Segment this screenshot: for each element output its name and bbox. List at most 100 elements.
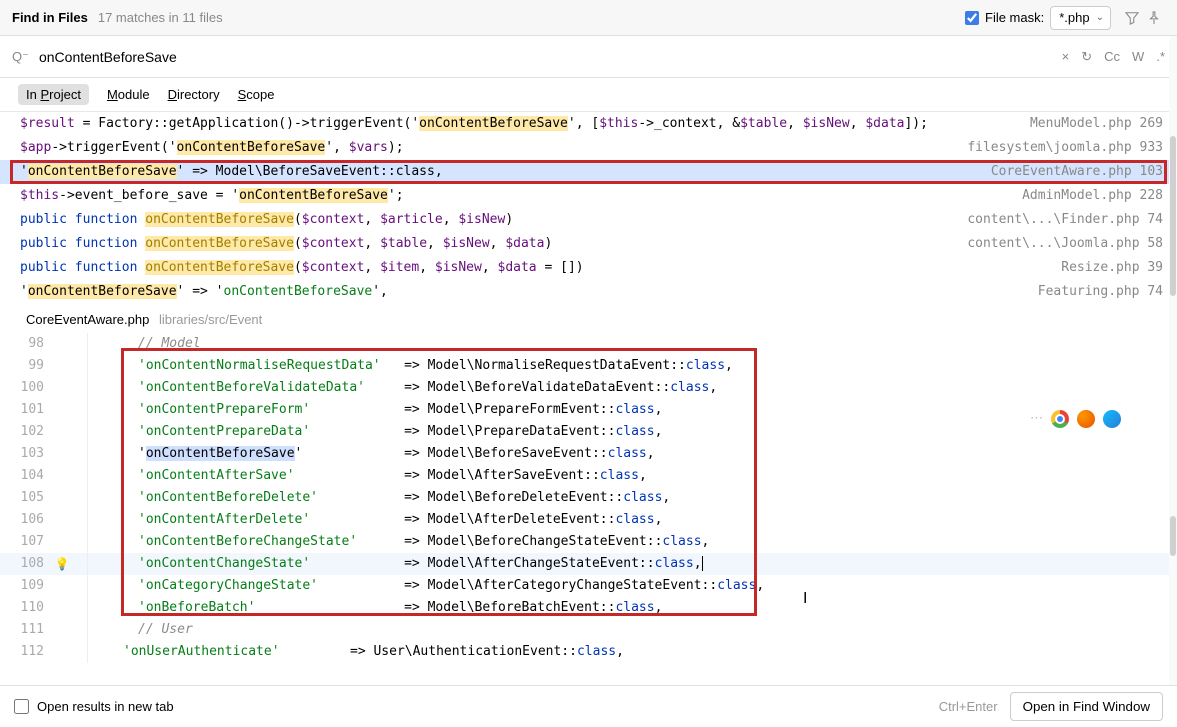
history-icon[interactable]: ↻ [1081,49,1092,65]
fold-gutter [74,377,88,399]
result-row[interactable]: $result = Factory::getApplication()->tri… [0,112,1177,136]
code-text: // Model [88,333,201,355]
text-cursor-icon: I [803,590,807,608]
tab-module[interactable]: Module [107,87,150,102]
fold-gutter [74,641,88,663]
result-row[interactable]: public function onContentBeforeSave($con… [0,256,1177,280]
result-location: CoreEventAware.php 103 [991,160,1163,184]
code-line[interactable]: 112'onUserAuthenticate' => User\Authenti… [0,641,1177,663]
fold-gutter [74,333,88,355]
line-number: 107 [0,531,50,553]
result-code: public function onContentBeforeSave($con… [20,208,957,232]
code-text: 'onContentAfterDelete' => Model\AfterDel… [88,509,662,531]
result-row[interactable]: $app->triggerEvent('onContentBeforeSave'… [0,136,1177,160]
result-code: public function onContentBeforeSave($con… [20,232,957,256]
code-text: 'onContentBeforeValidateData' => Model\B… [88,377,717,399]
result-row[interactable]: 'onContentBeforeSave' => Model\BeforeSav… [0,160,1177,184]
preview-file-name[interactable]: CoreEventAware.php [26,312,149,327]
code-text: 'onBeforeBatch' => Model\BeforeBatchEven… [88,597,662,619]
clear-icon[interactable]: × [1062,49,1070,64]
line-number: 104 [0,465,50,487]
file-mask-select[interactable]: *.php ⌄ [1050,6,1111,30]
tab-scope[interactable]: Scope [238,87,275,102]
dialog-title: Find in Files [12,10,88,25]
code-line[interactable]: 111 // User [0,619,1177,641]
open-new-tab-checkbox[interactable]: Open results in new tab [14,699,174,714]
code-preview[interactable]: 98// Model99'onContentNormaliseRequestDa… [0,333,1177,663]
pin-icon[interactable] [1143,7,1165,29]
words-toggle[interactable]: W [1132,49,1144,64]
search-icon: Q⁻ [12,49,29,65]
file-mask-checkbox[interactable]: File mask: [965,10,1044,25]
result-row[interactable]: 'onContentBeforeSave' => 'onContentBefor… [0,280,1177,304]
edge-icon[interactable] [1103,410,1121,428]
filter-icon[interactable] [1121,7,1143,29]
search-input[interactable] [39,49,1062,65]
code-line[interactable]: 100'onContentBeforeValidateData' => Mode… [0,377,1177,399]
fold-gutter [74,553,88,575]
line-number: 106 [0,509,50,531]
preview-header: CoreEventAware.php libraries/src/Event [0,304,1177,333]
bottom-bar: Open results in new tab Ctrl+Enter Open … [0,685,1177,727]
code-text: // User [88,619,193,641]
file-mask-check-input[interactable] [965,11,979,25]
code-line[interactable]: 108 💡 'onContentChangeState' => Model\Afte… [0,553,1177,575]
code-text: 'onContentPrepareData' => Model\PrepareD… [88,421,662,443]
tab-directory[interactable]: Directory [168,87,220,102]
code-text: 'onUserAuthenticate' => User\Authenticat… [88,641,624,663]
result-row[interactable]: public function onContentBeforeSave($con… [0,208,1177,232]
result-location: content\...\Joomla.php 58 [967,232,1163,256]
chrome-icon[interactable] [1051,410,1069,428]
code-line[interactable]: 105'onContentBeforeDelete' => Model\Befo… [0,487,1177,509]
code-line[interactable]: 106 'onContentAfterDelete' => Model\After… [0,509,1177,531]
code-line[interactable]: 98// Model [0,333,1177,355]
browser-icons: ⋯ [1030,410,1121,428]
bulb-icon[interactable]: 💡 [55,557,70,571]
open-new-tab-input[interactable] [14,699,29,714]
firefox-icon[interactable] [1077,410,1095,428]
code-line[interactable]: 109'onCategoryChangeState' => Model\Afte… [0,575,1177,597]
code-line[interactable]: 110'onBeforeBatch' => Model\BeforeBatchE… [0,597,1177,619]
result-code: $this->event_before_save = 'onContentBef… [20,184,1012,208]
code-text: 'onContentBeforeChangeState' => Model\Be… [88,531,709,553]
result-code: public function onContentBeforeSave($con… [20,256,1051,280]
line-number: 111 [0,619,50,641]
result-location: MenuModel.php 269 [1030,112,1163,136]
fold-gutter [74,575,88,597]
scrollbar[interactable] [1169,36,1177,685]
code-line[interactable]: 103'onContentBeforeSave' => Model\Before… [0,443,1177,465]
results-list: $result = Factory::getApplication()->tri… [0,112,1177,304]
chevron-down-icon: ⌄ [1096,12,1104,23]
result-location: AdminModel.php 228 [1022,184,1163,208]
result-code: 'onContentBeforeSave' => 'onContentBefor… [20,280,1028,304]
code-line[interactable]: 107 'onContentBeforeChangeState' => Model… [0,531,1177,553]
regex-toggle[interactable]: .* [1156,49,1165,64]
result-row[interactable]: $this->event_before_save = 'onContentBef… [0,184,1177,208]
line-number: 108 [0,553,50,575]
fold-gutter [74,421,88,443]
result-location: Resize.php 39 [1061,256,1163,280]
result-row[interactable]: public function onContentBeforeSave($con… [0,232,1177,256]
code-line[interactable]: 102 'onContentPrepareData' => Model\Prepa… [0,421,1177,443]
open-find-window-button[interactable]: Open in Find Window [1010,692,1163,721]
line-number: 101 [0,399,50,421]
fold-gutter [74,355,88,377]
tab-in-project[interactable]: In Project [18,84,89,105]
match-summary: 17 matches in 11 files [98,10,223,25]
open-in-browser-icon[interactable]: ⋯ [1030,410,1043,428]
top-bar: Find in Files 17 matches in 11 files Fil… [0,0,1177,36]
preview-file-path: libraries/src/Event [159,312,262,327]
file-mask-value: *.php [1059,10,1089,25]
code-line[interactable]: 101'onContentPrepareForm' => Model\Prepa… [0,399,1177,421]
fold-gutter [74,619,88,641]
result-code: $result = Factory::getApplication()->tri… [20,112,1020,136]
code-text: 'onContentNormaliseRequestData' => Model… [88,355,733,377]
line-number: 105 [0,487,50,509]
code-line[interactable]: 99'onContentNormaliseRequestData' => Mod… [0,355,1177,377]
result-code: $app->triggerEvent('onContentBeforeSave'… [20,136,957,160]
shortcut-hint: Ctrl+Enter [939,699,998,714]
code-line[interactable]: 104'onContentAfterSave' => Model\AfterSa… [0,465,1177,487]
code-text: 'onContentChangeState' => Model\AfterCha… [88,553,703,575]
line-number: 102 [0,421,50,443]
match-case-toggle[interactable]: Cc [1104,49,1120,64]
